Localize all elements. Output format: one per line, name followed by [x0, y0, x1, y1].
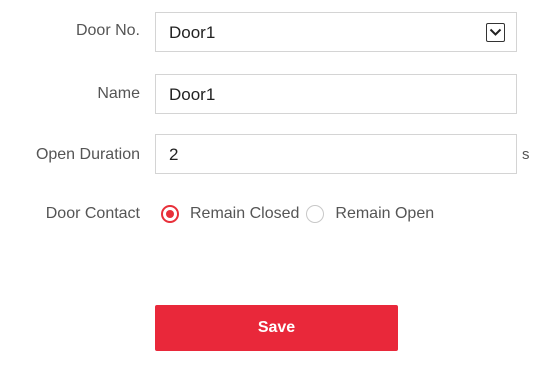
- door-contact-label: Door Contact: [45, 205, 140, 222]
- open-duration-input-value: 2: [169, 145, 179, 164]
- door-contact-radio-group: Remain Closed Remain Open: [161, 203, 434, 225]
- open-duration-unit: s: [522, 146, 530, 163]
- door-no-select[interactable]: Door1: [155, 12, 517, 52]
- name-label: Name: [97, 85, 140, 102]
- door-no-label: Door No.: [75, 22, 140, 39]
- name-input-value: Door1: [169, 85, 216, 104]
- open-duration-input[interactable]: 2: [155, 134, 517, 174]
- radio-option-remain-closed[interactable]: Remain Closed: [161, 205, 299, 223]
- open-duration-label: Open Duration: [35, 146, 140, 163]
- radio-option-remain-open[interactable]: Remain Open: [306, 205, 434, 223]
- radio-label-remain-closed[interactable]: Remain Closed: [190, 205, 299, 223]
- name-input[interactable]: Door1: [155, 74, 517, 114]
- radio-unchecked-icon[interactable]: [306, 205, 325, 223]
- radio-label-remain-open[interactable]: Remain Open: [335, 205, 434, 223]
- chevron-down-icon[interactable]: [486, 23, 505, 42]
- door-parameters-form: Door No. Door1 Name Door1 Open Duration …: [0, 0, 533, 368]
- door-no-selected-value: Door1: [169, 23, 216, 42]
- save-button[interactable]: Save: [155, 305, 398, 351]
- radio-checked-icon[interactable]: [161, 205, 179, 223]
